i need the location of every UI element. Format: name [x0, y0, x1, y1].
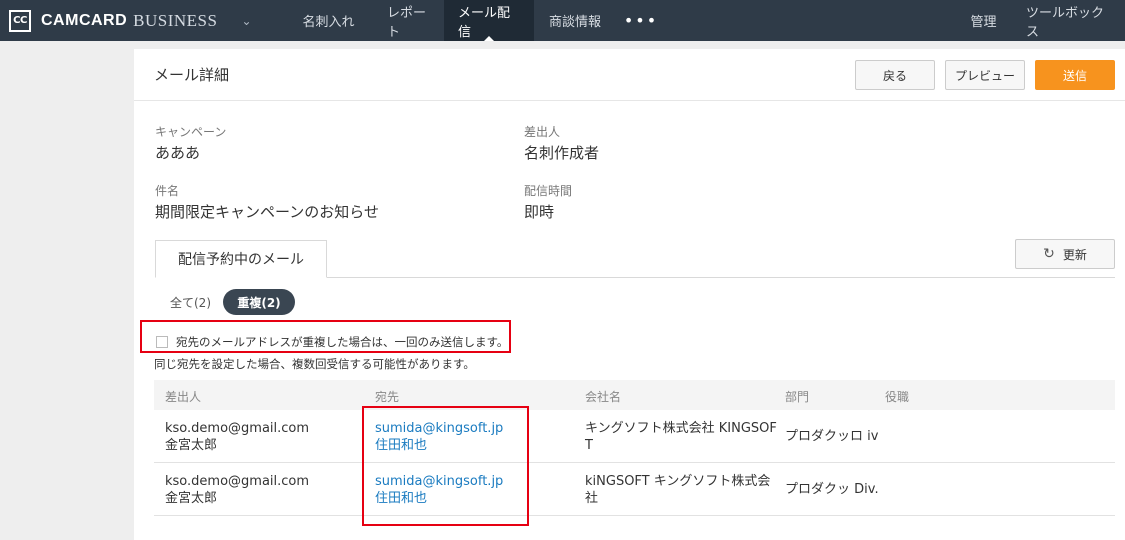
row1-sender-email: kso.demo@gmail.com: [165, 421, 310, 436]
brand-name: CAMCARD: [41, 11, 128, 29]
top-nav: CC CAMCARD BUSINESS ⌄ 名刺入れ レポート メール配信 商談…: [0, 0, 1125, 41]
nav-item-business-cards[interactable]: 名刺入れ: [284, 0, 373, 41]
column-header-sender: 差出人: [165, 390, 202, 404]
tab-scheduled-mail[interactable]: 配信予約中のメール: [155, 240, 327, 278]
table-header: [154, 380, 1115, 410]
row2-sender-name: 金宮太郎: [165, 491, 218, 506]
nav-item-mail-delivery[interactable]: メール配信: [444, 0, 534, 41]
subject-value: 期間限定キャンペーンのお知らせ: [155, 203, 379, 221]
nav-item-deals[interactable]: 商談情報: [534, 0, 616, 41]
refresh-label: 更新: [1062, 247, 1087, 262]
brand-suffix: BUSINESS: [133, 10, 218, 30]
mail-detail-panel: メール詳細 戻る プレビュー 送信 キャンペーン あああ 差出人 名刺作成者 件…: [134, 49, 1125, 540]
sender-value: 名刺作成者: [524, 144, 600, 162]
nav-item-reports[interactable]: レポート: [373, 0, 444, 41]
logo-mark: CC: [9, 9, 31, 32]
row1-company: キングソフト株式会社 KINGSOFT: [585, 421, 777, 453]
row2-department: プロダクッ Div.: [785, 482, 879, 497]
campaign-value: あああ: [155, 144, 201, 162]
column-header-company: 会社名: [585, 390, 622, 404]
row2-company: kiNGSOFT キングソフト株式会社: [585, 474, 771, 506]
nav-item-toolbox[interactable]: ツールボックス: [1012, 0, 1125, 41]
delivery-time-label: 配信時間: [524, 184, 573, 198]
row-divider: [154, 462, 1115, 463]
nav-item-admin[interactable]: 管理: [955, 0, 1012, 41]
refresh-button[interactable]: ↻ 更新: [1015, 239, 1115, 269]
row1-department: プロダクッロ iv: [785, 429, 879, 444]
column-header-department: 部門: [785, 390, 810, 404]
filter-duplicate[interactable]: 重複(2): [223, 289, 295, 315]
filter-all[interactable]: 全て(2): [170, 294, 211, 311]
more-icon[interactable]: •••: [616, 0, 666, 41]
column-header-title: 役職: [885, 390, 910, 404]
nav-right-group: 管理 ツールボックス: [955, 0, 1125, 41]
back-button[interactable]: 戻る: [855, 60, 935, 90]
row-divider: [154, 515, 1115, 516]
dedupe-checkbox[interactable]: [156, 336, 168, 348]
send-button[interactable]: 送信: [1035, 60, 1115, 90]
refresh-icon: ↻: [1043, 246, 1055, 262]
row2-sender-email: kso.demo@gmail.com: [165, 474, 310, 489]
dedupe-checkbox-label[interactable]: 宛先のメールアドレスが重複した場合は、一回のみ送信します。: [176, 334, 508, 350]
chevron-down-icon[interactable]: ⌄: [241, 14, 251, 28]
campaign-label: キャンペーン: [155, 125, 227, 139]
column-header-recipient: 宛先: [375, 390, 400, 404]
preview-button[interactable]: プレビュー: [945, 60, 1025, 90]
duplicate-note: 同じ宛先を設定した場合、複数回受信する可能性があります。: [154, 357, 475, 371]
highlight-box-recipients: [362, 406, 529, 526]
panel-header: メール詳細 戻る プレビュー 送信: [134, 49, 1125, 101]
sender-label: 差出人: [524, 125, 561, 139]
subject-label: 件名: [155, 184, 180, 198]
page-title: メール詳細: [154, 66, 230, 84]
delivery-time-value: 即時: [524, 203, 555, 221]
row1-sender-name: 金宮太郎: [165, 438, 218, 453]
brand-logo[interactable]: CC CAMCARD BUSINESS ⌄: [0, 0, 284, 41]
